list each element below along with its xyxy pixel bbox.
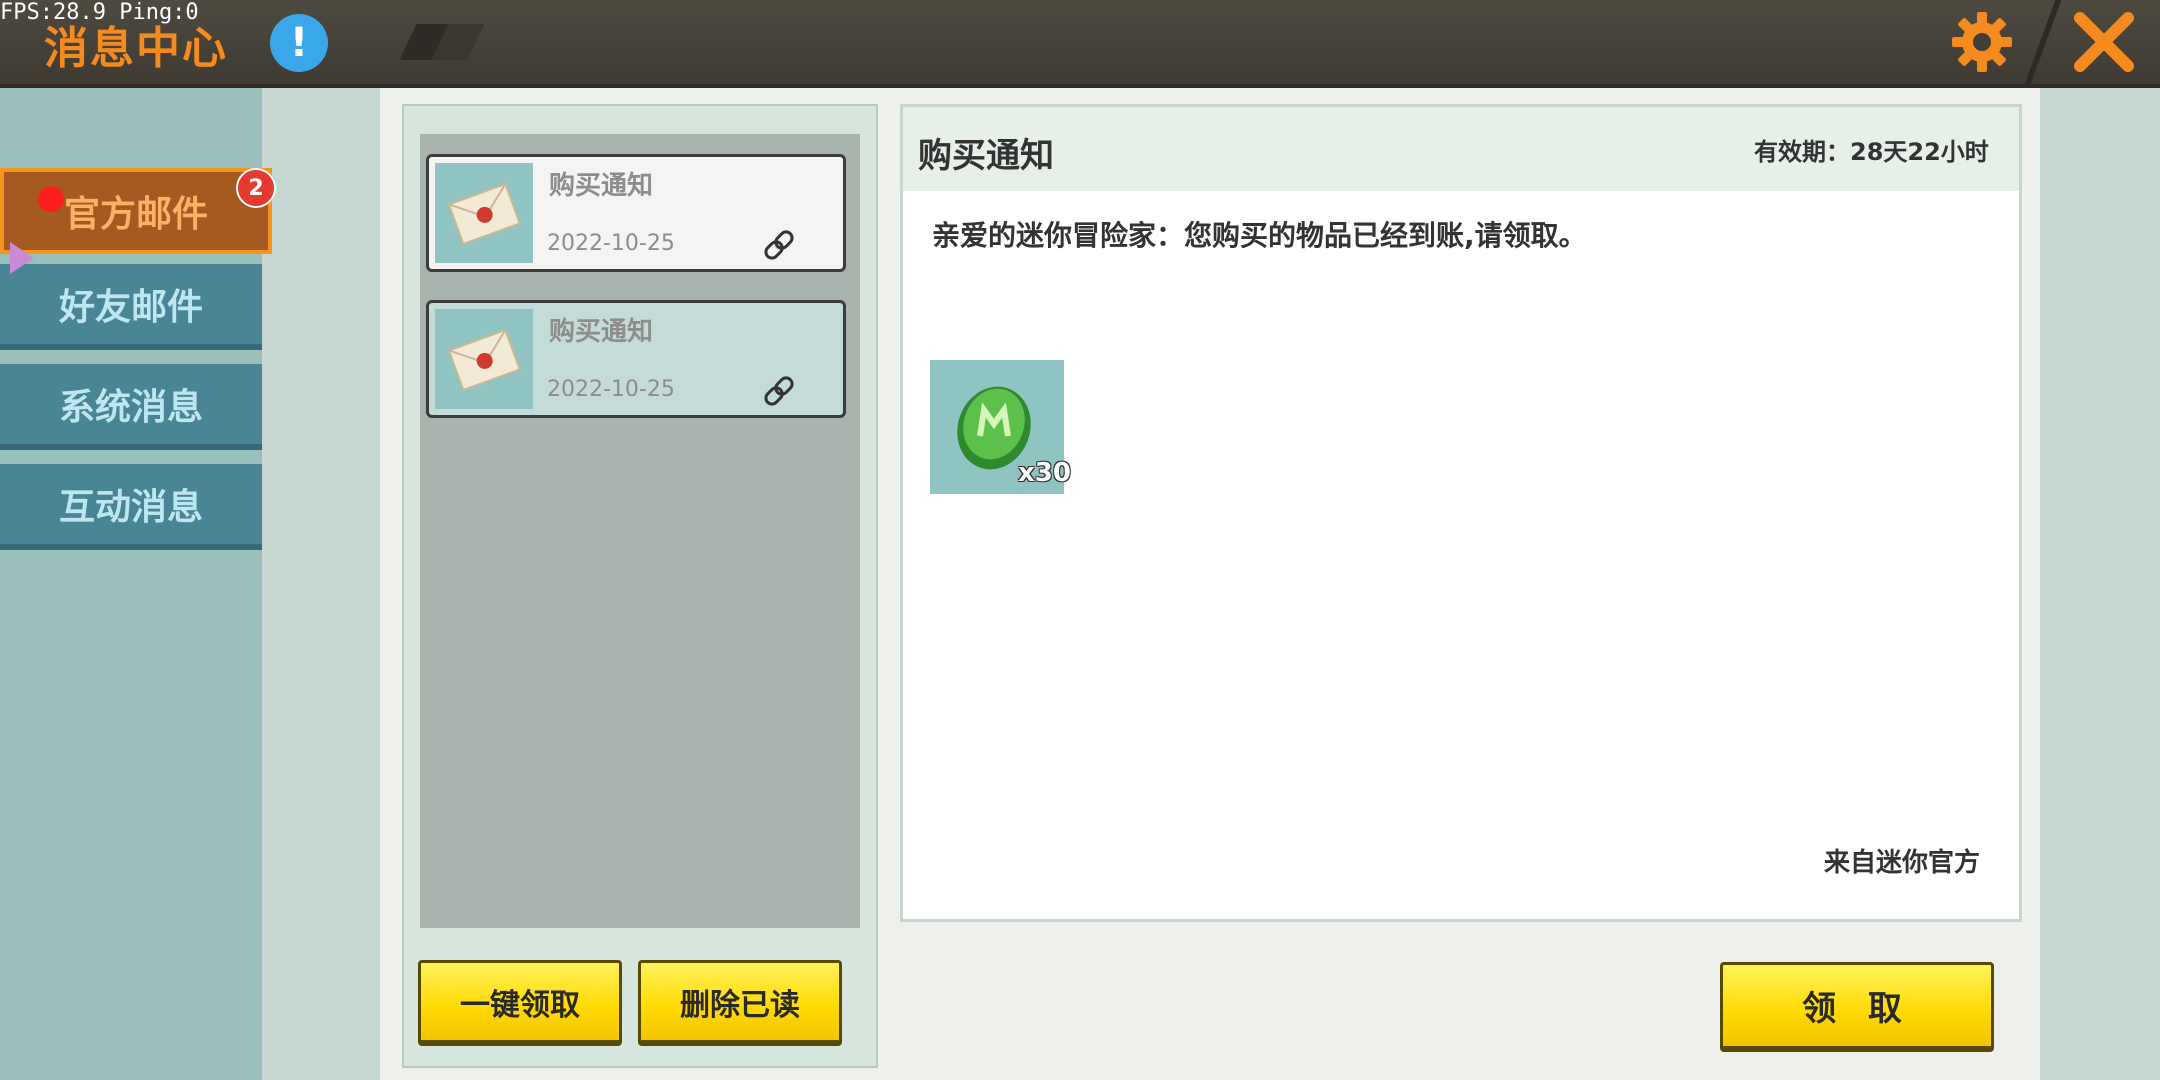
- tab-friend-mail[interactable]: 好友邮件: [0, 264, 262, 350]
- envelope-icon: [435, 163, 533, 263]
- mail-date: 2022-10-25: [547, 377, 675, 402]
- mail-detail-title: 购买通知: [918, 136, 1054, 176]
- close-icon[interactable]: [2070, 8, 2138, 76]
- sidebar-background-strip: [262, 88, 380, 1080]
- tab-system-messages[interactable]: 系统消息: [0, 364, 262, 450]
- validity-period: 有效期：28天22小时: [1754, 138, 1989, 166]
- tab-official-mail[interactable]: 官方邮件: [0, 168, 272, 254]
- page-title: 消息中心: [44, 23, 228, 74]
- mail-sender: 来自迷你官方: [1824, 848, 1981, 878]
- claim-button[interactable]: 领 取: [1720, 962, 1994, 1052]
- envelope-icon: [435, 309, 533, 409]
- unread-dot: [38, 186, 64, 212]
- mail-title: 购买通知: [549, 317, 654, 347]
- mail-title: 购买通知: [549, 171, 654, 201]
- mail-item[interactable]: 购买通知 2022-10-25: [426, 154, 846, 272]
- mail-item-selected[interactable]: 购买通知 2022-10-25: [426, 300, 846, 418]
- delete-read-button[interactable]: 删除已读: [638, 960, 842, 1046]
- mail-body-text: 亲爱的迷你冒险家：您购买的物品已经到账,请领取。: [932, 219, 1587, 252]
- unread-count-badge: 2: [236, 168, 276, 208]
- help-icon[interactable]: !: [270, 14, 328, 72]
- reward-quantity: x30: [1018, 458, 1071, 488]
- attachment-link-icon: [759, 371, 799, 411]
- tab-interaction-messages[interactable]: 互动消息: [0, 464, 262, 550]
- right-background-strip: [2040, 88, 2160, 1080]
- claim-all-button[interactable]: 一键领取: [418, 960, 622, 1046]
- mail-date: 2022-10-25: [547, 231, 675, 256]
- gear-icon[interactable]: [1950, 10, 2014, 74]
- attachment-link-icon: [759, 225, 799, 265]
- selected-arrow-icon: [8, 238, 38, 278]
